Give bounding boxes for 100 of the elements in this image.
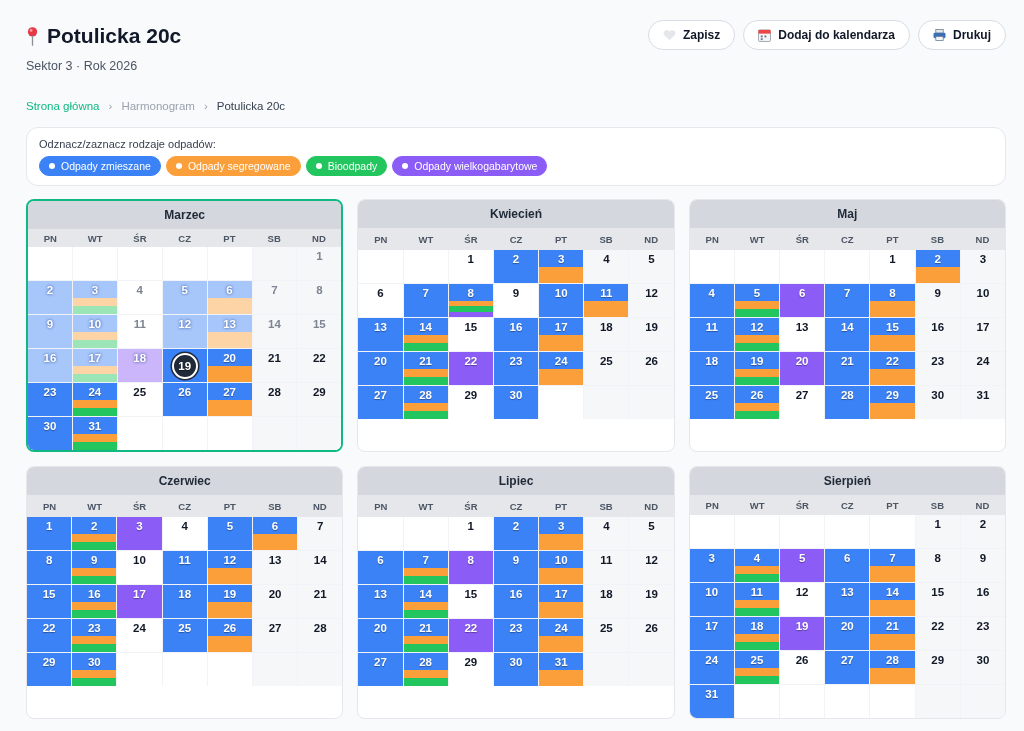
day-cell[interactable]: 6 [358,284,403,317]
day-cell[interactable]: 16 [915,318,960,351]
day-cell[interactable]: 15 [870,318,915,351]
day-cell[interactable]: 7 [403,284,448,317]
day-cell[interactable]: 5 [629,250,674,283]
day-cell[interactable]: 26 [734,386,780,419]
day-cell[interactable]: 3 [689,549,734,582]
day-cell[interactable]: 6 [780,284,825,317]
day-cell[interactable]: 15 [915,583,960,616]
day-cell[interactable]: 7 [252,281,297,314]
day-cell[interactable]: 14 [825,318,870,351]
day-cell[interactable]: 21 [403,619,448,652]
day-cell[interactable]: 12 [734,318,780,351]
day-cell[interactable]: 22 [915,617,960,650]
day-cell[interactable]: 2 [493,250,539,283]
day-cell[interactable]: 12 [629,551,674,584]
day-cell[interactable]: 17 [117,585,162,618]
day-cell[interactable]: 18 [734,617,780,650]
day-cell[interactable]: 4 [734,549,780,582]
day-cell[interactable]: 23 [915,352,960,385]
day-cell[interactable]: 11 [689,318,734,351]
day-cell[interactable]: 20 [252,585,298,618]
day-cell[interactable]: 26 [629,352,674,385]
day-cell[interactable]: 23 [28,383,72,416]
day-cell[interactable]: 31 [539,653,584,686]
day-cell[interactable]: 30 [28,417,72,450]
day-cell[interactable]: 16 [960,583,1005,616]
day-cell[interactable]: 1 [448,517,493,550]
print-button[interactable]: Drukuj [918,20,1006,50]
day-cell[interactable]: 10 [117,551,162,584]
day-cell[interactable]: 22 [297,349,342,382]
day-cell[interactable]: 12 [629,284,674,317]
day-cell[interactable]: 7 [870,549,915,582]
day-cell[interactable]: 10 [539,551,584,584]
day-cell[interactable]: 19 [734,352,780,385]
day-cell[interactable]: 3 [960,250,1005,283]
day-cell[interactable]: 7 [825,284,870,317]
day-cell[interactable]: 18 [162,585,207,618]
day-cell[interactable]: 16 [72,585,117,618]
day-cell[interactable]: 16 [493,318,539,351]
day-cell[interactable]: 3 [539,517,584,550]
day-cell[interactable]: 3 [117,517,162,550]
day-cell[interactable]: 29 [448,653,493,686]
day-cell[interactable]: 10 [539,284,584,317]
day-cell[interactable]: 30 [960,651,1005,684]
day-cell[interactable]: 22 [27,619,72,652]
waste-type-toggle[interactable]: Odpady zmieszane [39,156,161,176]
day-cell[interactable]: 21 [403,352,448,385]
day-cell[interactable]: 4 [117,281,162,314]
day-cell[interactable]: 27 [780,386,825,419]
day-cell[interactable]: 20 [207,349,252,382]
waste-type-toggle[interactable]: Odpady wielkogabarytowe [392,156,548,176]
day-cell[interactable]: 10 [689,583,734,616]
day-cell[interactable]: 21 [298,585,343,618]
day-cell[interactable]: 4 [689,284,734,317]
day-cell[interactable]: 12 [207,551,252,584]
day-cell[interactable]: 30 [493,386,539,419]
day-cell[interactable]: 24 [539,619,584,652]
day-cell[interactable]: 15 [448,318,493,351]
day-cell[interactable]: 13 [358,318,403,351]
day-cell[interactable]: 28 [252,383,297,416]
day-cell[interactable]: 6 [825,549,870,582]
day-cell[interactable]: 29 [27,653,72,686]
day-cell[interactable]: 1 [915,515,960,548]
day-cell[interactable]: 25 [584,619,629,652]
day-cell[interactable]: 21 [252,349,297,382]
day-cell[interactable]: 29 [915,651,960,684]
day-cell[interactable]: 18 [584,318,629,351]
day-cell[interactable]: 30 [72,653,117,686]
day-cell[interactable]: 24 [539,352,584,385]
day-cell[interactable]: 15 [297,315,342,348]
day-cell[interactable]: 1 [27,517,72,550]
day-cell[interactable]: 9 [493,284,539,317]
day-cell[interactable]: 28 [403,386,448,419]
day-cell[interactable]: 23 [960,617,1005,650]
day-cell[interactable]: 29 [297,383,342,416]
day-cell[interactable]: 30 [493,653,539,686]
day-cell[interactable]: 25 [689,386,734,419]
day-cell[interactable]: 20 [780,352,825,385]
day-cell[interactable]: 15 [448,585,493,618]
day-cell[interactable]: 5 [734,284,780,317]
add-to-calendar-button[interactable]: Dodaj do kalendarza [743,20,910,50]
day-cell[interactable]: 26 [629,619,674,652]
day-cell[interactable]: 8 [27,551,72,584]
day-cell[interactable]: 1 [870,250,915,283]
day-cell[interactable]: 30 [915,386,960,419]
day-cell[interactable]: 19 [207,585,252,618]
day-cell[interactable]: 28 [298,619,343,652]
day-cell[interactable]: 26 [780,651,825,684]
day-cell[interactable]: 2 [493,517,539,550]
day-cell[interactable]: 13 [780,318,825,351]
day-cell[interactable]: 28 [403,653,448,686]
day-cell[interactable]: 31 [960,386,1005,419]
day-cell[interactable]: 13 [825,583,870,616]
day-cell[interactable]: 23 [493,619,539,652]
day-cell[interactable]: 14 [870,583,915,616]
day-cell[interactable]: 12 [780,583,825,616]
day-cell[interactable]: 4 [162,517,207,550]
day-cell[interactable]: 24 [72,383,117,416]
day-cell[interactable]: 8 [915,549,960,582]
